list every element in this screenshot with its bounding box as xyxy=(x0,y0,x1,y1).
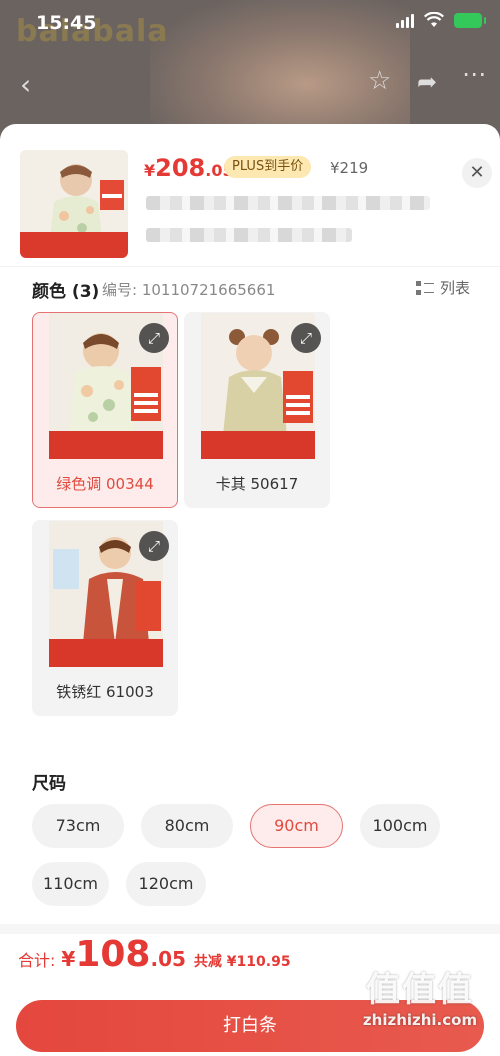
back-icon[interactable]: ‹ xyxy=(20,68,31,101)
sku-number: 编号: 10110721665661 xyxy=(102,281,276,299)
status-time: 15:45 xyxy=(36,12,97,34)
savings-amount: 共减 ¥110.95 xyxy=(193,954,291,970)
list-view-toggle[interactable]: 列表 xyxy=(416,277,470,298)
signal-icon xyxy=(396,12,414,28)
original-price: ¥219 xyxy=(330,159,369,177)
size-option-110cm[interactable]: 110cm xyxy=(32,862,109,906)
size-option-120cm[interactable]: 120cm xyxy=(126,862,206,906)
expand-icon[interactable]: ⤢ xyxy=(291,323,321,353)
list-view-label: 列表 xyxy=(440,279,471,297)
close-button[interactable]: ✕ xyxy=(462,158,492,188)
color-option-khaki[interactable]: ⤢ 卡其 50617 xyxy=(184,312,330,508)
divider xyxy=(0,266,500,267)
list-icon xyxy=(416,280,434,296)
battery-icon xyxy=(454,12,486,28)
background-product-page: balabala 15:45 ‹ ☆ ➦ ⋯ xyxy=(0,0,500,140)
color-section-title: 颜色 (3) xyxy=(32,282,100,302)
blurred-title-line-1 xyxy=(146,196,430,210)
size-option-73cm[interactable]: 73cm xyxy=(32,804,124,848)
color-option-label: 卡其 50617 xyxy=(215,475,299,493)
expand-icon[interactable]: ⤢ xyxy=(139,531,169,561)
total-price: 合计: ¥ 108 .05 共减 ¥110.95 xyxy=(18,934,291,975)
share-icon[interactable]: ➦ xyxy=(417,68,437,96)
wifi-icon xyxy=(424,12,444,27)
watermark-site: zhizhizhi.com xyxy=(362,1011,478,1029)
blurred-title-line-2 xyxy=(146,228,352,242)
size-option-80cm[interactable]: 80cm xyxy=(141,804,233,848)
color-option-rust-red[interactable]: ⤢ 铁锈红 61003 xyxy=(32,520,178,716)
watermark-glyphs: 值值值 xyxy=(366,970,474,1010)
watermark: 值值值 zhizhizhi.com xyxy=(350,962,490,1029)
expand-icon[interactable]: ⤢ xyxy=(139,323,169,353)
footer-divider xyxy=(0,924,500,934)
size-option-100cm[interactable]: 100cm xyxy=(360,804,440,848)
more-icon[interactable]: ⋯ xyxy=(462,60,486,88)
color-option-label: 绿色调 00344 xyxy=(56,475,154,493)
size-section-title: 尺码 xyxy=(32,774,66,794)
plus-price: ¥208.05 xyxy=(144,154,234,182)
favorite-star-icon[interactable]: ☆ xyxy=(368,66,391,96)
status-icons xyxy=(396,12,486,28)
plus-price-badge: PLUS到手价 xyxy=(224,156,312,178)
color-option-label: 铁锈红 61003 xyxy=(56,683,154,701)
color-option-green[interactable]: ⤢ 绿色调 00344 xyxy=(32,312,178,508)
sku-selector-sheet: ¥208.05 PLUS到手价 ¥219 ✕ 颜色 (3) 编号: 101107… xyxy=(0,124,500,1056)
total-label: 合计: xyxy=(18,951,56,970)
product-thumbnail xyxy=(20,150,128,258)
size-option-90cm[interactable]: 90cm xyxy=(250,804,343,848)
